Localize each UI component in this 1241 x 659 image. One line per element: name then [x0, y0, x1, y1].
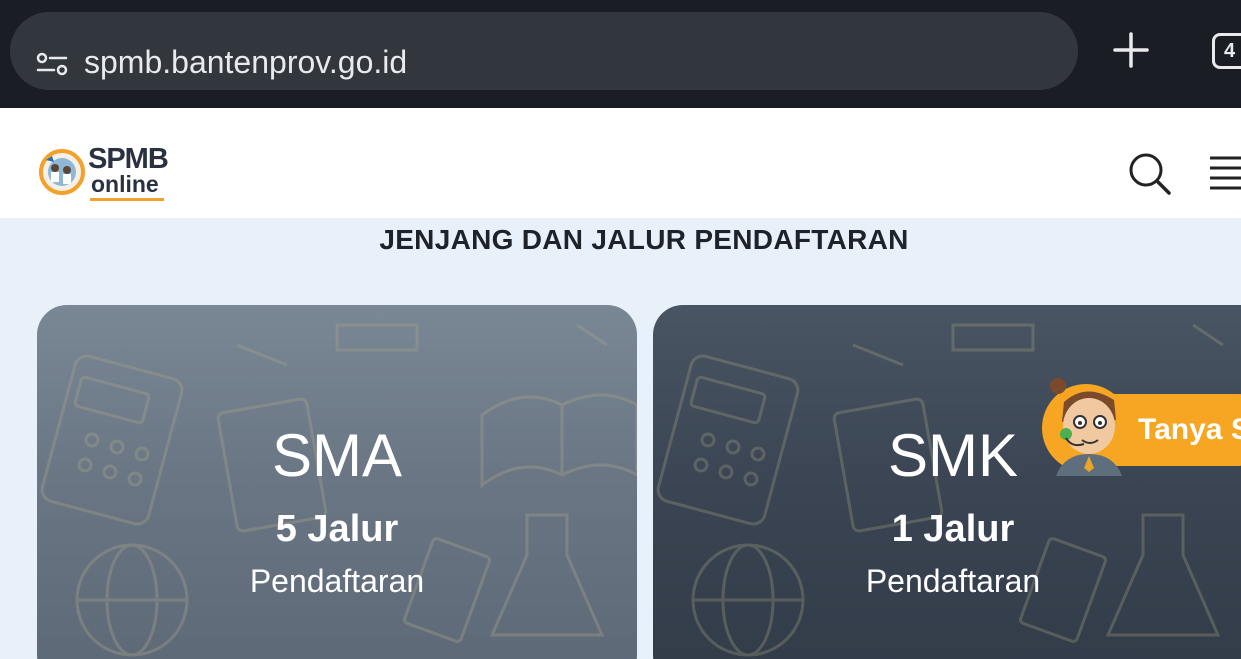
hamburger-menu-icon[interactable] [1208, 154, 1241, 190]
plus-icon[interactable] [1111, 30, 1151, 70]
browser-toolbar: spmb.bantenprov.go.id 4 [0, 0, 1241, 108]
section-title: JENJANG DAN JALUR PENDAFTARAN [379, 224, 909, 255]
card-jalur-count: 1 Jalur [891, 508, 1015, 550]
card-sma[interactable]: SMA 5 Jalur Pendaftaran [37, 305, 637, 659]
card-subtitle: Pendaftaran [249, 563, 425, 599]
logo-text-online: online [91, 171, 159, 197]
address-bar[interactable]: spmb.bantenprov.go.id [10, 12, 1078, 90]
tune-icon[interactable] [36, 52, 68, 76]
card-title: SMA [271, 422, 403, 489]
card-smk[interactable]: SMK 1 Jalur Pendaftaran [653, 305, 1241, 659]
site-header: SPMB online [0, 108, 1241, 218]
search-icon[interactable] [1126, 150, 1172, 196]
chat-label[interactable]: Tanya S [1138, 412, 1241, 448]
logo-underline [90, 198, 164, 201]
card-jalur-count: 5 Jalur [275, 508, 399, 550]
url-text[interactable]: spmb.bantenprov.go.id [84, 42, 407, 82]
spmb-logo[interactable]: SPMB online [38, 143, 169, 206]
tab-switcher-button[interactable]: 4 [1212, 33, 1241, 69]
card-subtitle: Pendaftaran [865, 563, 1041, 599]
logo-text-spmb: SPMB [88, 143, 169, 175]
chat-widget-button[interactable]: Tanya S [1034, 372, 1241, 476]
cs-agent-avatar-icon [1042, 378, 1130, 476]
logo-emblem-icon [39, 149, 85, 195]
